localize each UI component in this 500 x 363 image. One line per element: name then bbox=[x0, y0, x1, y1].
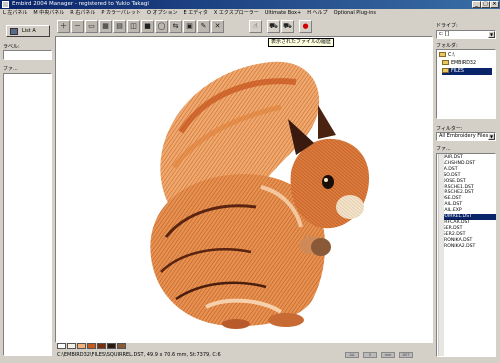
menu-left-panel[interactable]: L 左パネル bbox=[0, 9, 30, 18]
list-a-label: List A bbox=[22, 28, 36, 34]
folder-open-icon bbox=[442, 68, 449, 73]
title-bar: Embird 2004 Manager - registered to Yuki… bbox=[0, 0, 500, 9]
main-window: Embird 2004 Manager - registered to Yuki… bbox=[0, 0, 500, 363]
toolbar: ＋－ ▭ ▦ ▤ ◫ ■ ◯ ⇆ ▣ ✎ ✕ ☝ ⛟ ⛟ ● bbox=[57, 20, 433, 35]
edit-icon[interactable]: ✎ bbox=[197, 20, 210, 33]
folder-icon bbox=[439, 52, 446, 57]
status-zero-button[interactable]: 0 bbox=[363, 352, 377, 358]
left-file-list[interactable] bbox=[3, 73, 52, 356]
palette-swatch[interactable] bbox=[57, 343, 66, 349]
cart-add-icon[interactable]: ⛟ bbox=[281, 20, 294, 33]
3d-icon[interactable]: ◫ bbox=[127, 20, 140, 33]
file-list-scrollbar[interactable] bbox=[438, 154, 444, 356]
menu-color-palette[interactable]: P カラーパレット bbox=[98, 9, 144, 18]
chevron-down-icon: ▼ bbox=[488, 31, 495, 38]
folder-tree[interactable]: C:\ EMBIRD32 FILES bbox=[436, 49, 496, 119]
menu-ultimate-box[interactable]: Ultimate Box+ bbox=[262, 9, 304, 18]
tooltip: 表示されたファイルの履歴 bbox=[268, 38, 335, 47]
close-button[interactable]: × bbox=[490, 1, 499, 8]
fit-icon[interactable]: ▭ bbox=[85, 20, 98, 33]
chevron-down-icon: ▼ bbox=[488, 133, 495, 140]
list-icon bbox=[10, 28, 18, 35]
menu-explorer[interactable]: X エクスプローラー bbox=[211, 9, 262, 18]
right-panel: ドライブ: c: [] ▼ フォルダ: C:\ EMBIRD32 FILES フ… bbox=[434, 19, 500, 360]
status-aa-button[interactable]: AA bbox=[345, 352, 359, 358]
folder-icon bbox=[442, 60, 449, 65]
color-icon[interactable]: ■ bbox=[141, 20, 154, 33]
filter-value: All Embroidery Files bbox=[439, 133, 489, 139]
filter-caption: フィルター: bbox=[436, 126, 463, 132]
zoom-out-icon[interactable]: － bbox=[71, 20, 84, 33]
drive-value: c: [] bbox=[439, 31, 449, 37]
menu-help[interactable]: H ヘルプ bbox=[304, 9, 330, 18]
label-input[interactable] bbox=[3, 50, 52, 60]
palette-swatch[interactable] bbox=[67, 343, 76, 349]
rulers-icon[interactable]: ▤ bbox=[113, 20, 126, 33]
design-canvas[interactable] bbox=[55, 36, 433, 343]
palette-swatch[interactable] bbox=[87, 343, 96, 349]
history-icon[interactable]: ☝ bbox=[249, 20, 262, 33]
zoom-in-icon[interactable]: ＋ bbox=[57, 20, 70, 33]
filter-select[interactable]: All Embroidery Files ▼ bbox=[436, 132, 496, 141]
squirrel-embroidery-image bbox=[150, 61, 370, 329]
label-caption: ラベル: bbox=[3, 44, 20, 50]
status-dst-button[interactable]: DST bbox=[399, 352, 413, 358]
menu-center-panel[interactable]: M 中央パネル bbox=[30, 9, 67, 18]
folder-caption: フォルダ: bbox=[436, 43, 458, 49]
trace-icon[interactable]: ⇆ bbox=[169, 20, 182, 33]
status-buttons: AA 0 mm DST bbox=[345, 351, 431, 359]
cart-icon[interactable]: ⛟ bbox=[267, 20, 280, 33]
print-icon[interactable]: ▣ bbox=[183, 20, 196, 33]
menu-options[interactable]: O オプション bbox=[144, 9, 181, 18]
palette-swatch[interactable] bbox=[107, 343, 116, 349]
menu-plugins[interactable]: Optional Plug-ins bbox=[331, 9, 379, 18]
palette-swatch[interactable] bbox=[97, 343, 106, 349]
palette-swatch[interactable] bbox=[117, 343, 126, 349]
drive-caption: ドライブ: bbox=[436, 23, 458, 29]
drive-select[interactable]: c: [] ▼ bbox=[436, 30, 496, 39]
menu-editor[interactable]: E エディタ bbox=[180, 9, 210, 18]
maximize-button[interactable]: □ bbox=[481, 1, 490, 8]
menu-right-panel[interactable]: R 右パネル bbox=[67, 9, 98, 18]
minimize-button[interactable]: _ bbox=[472, 1, 481, 8]
palette-swatch[interactable] bbox=[77, 343, 86, 349]
status-text: C:\EMBIRD32\FILES\SQUIRREL.DST, 49.9 x 7… bbox=[57, 352, 221, 358]
grid-icon[interactable]: ▦ bbox=[99, 20, 112, 33]
app-icon[interactable] bbox=[2, 1, 9, 8]
status-bar: C:\EMBIRD32\FILES\SQUIRREL.DST, 49.9 x 7… bbox=[57, 351, 433, 359]
folder-item-embird32[interactable]: EMBIRD32 bbox=[442, 60, 476, 67]
menu-bar: L 左パネル M 中央パネル R 右パネル P カラーパレット O オプション E エディ… bbox=[0, 9, 500, 18]
window-title: Embird 2004 Manager - registered to Yuki… bbox=[12, 1, 149, 7]
hoop-icon[interactable]: ◯ bbox=[155, 20, 168, 33]
delete-icon[interactable]: ✕ bbox=[211, 20, 224, 33]
files-caption: ファ... bbox=[436, 146, 451, 152]
folder-item-root[interactable]: C:\ bbox=[439, 52, 455, 59]
needle-icon[interactable]: ● bbox=[299, 20, 312, 33]
file-caption: ファ... bbox=[3, 66, 18, 72]
file-list[interactable]: CHAIR.DST DACHSHND.DST EVA.DST MISO.DST MOOS… bbox=[436, 153, 496, 357]
status-mm-button[interactable]: mm bbox=[381, 352, 395, 358]
left-panel: List A ラベル: ファ... bbox=[0, 19, 55, 360]
folder-item-files[interactable]: FILES bbox=[442, 68, 492, 75]
list-a-button[interactable]: List A bbox=[6, 25, 50, 37]
